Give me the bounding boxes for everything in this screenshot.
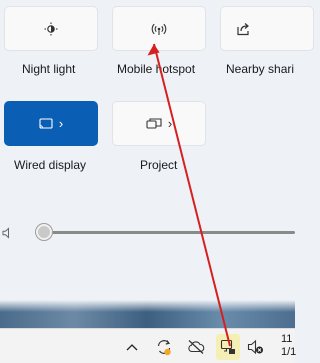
wired-display-tile[interactable]: › [4,101,98,146]
taskbar-clock[interactable]: 11 1/1 [281,333,296,359]
volume-thumb[interactable] [36,224,52,240]
volume-slider-row [0,212,295,252]
chevron-up-icon[interactable] [122,329,142,363]
wired-display-label: Wired display [14,158,87,172]
clock-time: 11 [281,333,293,345]
clock-date: 1/1 [281,346,297,358]
cloud-off-icon[interactable] [184,329,208,363]
night-light-label: Night light [22,62,76,76]
speaker-icon[interactable] [2,226,14,244]
speaker-muted-icon[interactable] [244,329,268,363]
mobile-hotspot-label: Mobile hotspot [117,62,196,76]
chevron-right-icon: › [58,116,64,131]
hotspot-icon [151,22,167,36]
nearby-sharing-label: Nearby shari [226,62,295,76]
night-light-icon [44,22,58,36]
taskbar: 11 1/1 [0,328,296,363]
project-tile[interactable]: › [112,101,206,146]
volume-track[interactable] [44,231,295,234]
share-icon [236,22,250,36]
mobile-hotspot-tile[interactable] [112,6,206,51]
project-icon [146,117,162,130]
chevron-right-icon: › [167,116,173,131]
nearby-sharing-tile[interactable] [220,6,314,51]
project-label: Project [140,158,178,172]
wired-display-tray-icon[interactable] [216,334,240,360]
quick-settings-panel: Night light Mobile hotspot Nearby shari [0,0,314,300]
cast-icon [39,117,53,130]
desktop-wallpaper [0,300,295,328]
night-light-tile[interactable] [4,6,98,51]
sync-icon[interactable] [152,329,176,363]
